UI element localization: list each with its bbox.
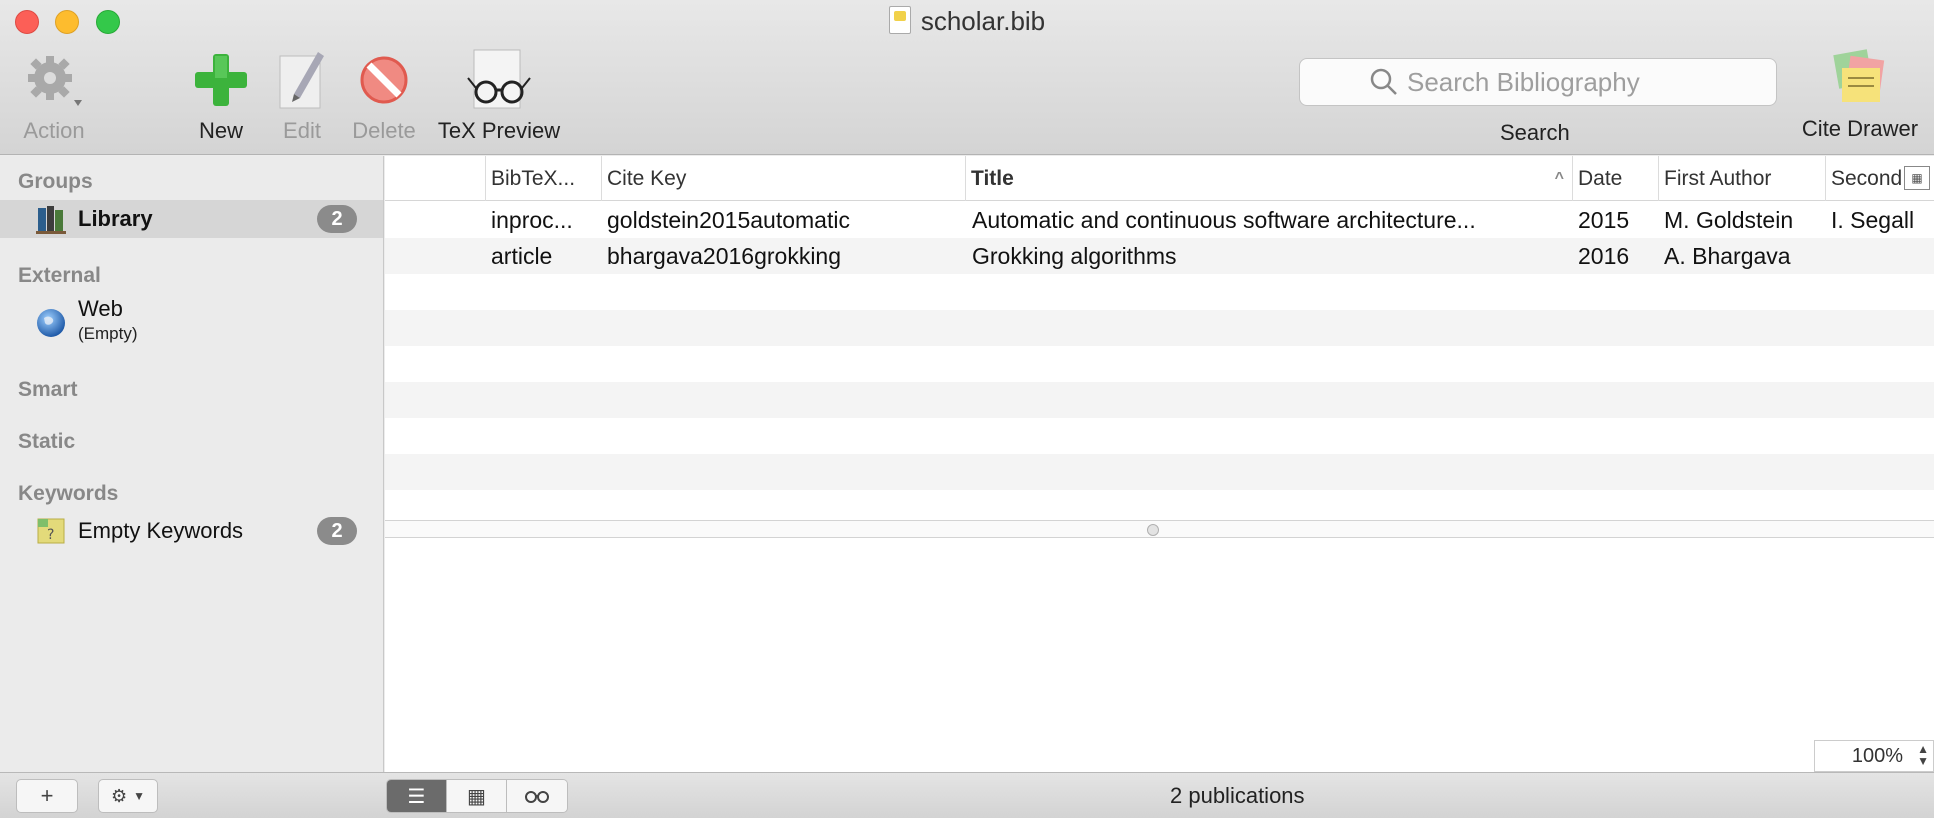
column-header-title[interactable]: Title ^ [965, 156, 1572, 201]
zoom-stepper-icon[interactable]: ▲ ▼ [1917, 743, 1929, 767]
edit-label: Edit [283, 118, 321, 143]
cell-cite-key: bhargava2016grokking [607, 243, 842, 269]
bottom-status-bar: + ⚙ ▼ ☰ ▦ 2 publications [0, 772, 1934, 818]
sidebar-item-library[interactable]: Library 2 [0, 200, 383, 238]
sidebar-item-empty-keywords[interactable]: ? Empty Keywords 2 [0, 512, 383, 550]
smart-header: Smart [18, 378, 78, 401]
gear-icon [18, 48, 90, 112]
static-header: Static [18, 430, 76, 453]
search-label: Search [1500, 120, 1570, 145]
no-entry-icon [348, 48, 420, 112]
plus-icon: + [40, 783, 54, 808]
column-header-date[interactable]: Date [1572, 156, 1658, 201]
web-label: Web [78, 296, 123, 321]
cell-date: 2016 [1578, 243, 1630, 269]
cell-second-author [1831, 238, 1931, 274]
column-chooser-icon[interactable]: ▦ [1904, 166, 1930, 190]
cell-title: Automatic and continuous software archit… [972, 207, 1476, 233]
list-icon: ☰ [407, 785, 426, 808]
globe-icon [37, 309, 65, 337]
toolbar: scholar.bib Action New Edit Delete TeX P… [0, 0, 1934, 155]
sort-ascending-icon: ^ [1554, 170, 1564, 187]
column-header-cite-key[interactable]: Cite Key [601, 156, 965, 201]
new-button[interactable]: New [190, 48, 252, 144]
add-group-button[interactable]: + [16, 779, 78, 813]
keywords-header: Keywords [18, 482, 119, 505]
library-count-badge: 2 [317, 205, 357, 233]
empty-row [385, 382, 1934, 418]
column-header-blank[interactable] [385, 156, 485, 201]
empty-row [385, 346, 1934, 382]
table-row[interactable]: article bhargava2016grokking Grokking al… [385, 238, 1934, 274]
notes-icon [1790, 48, 1930, 106]
new-label: New [198, 118, 243, 143]
window-title-text: scholar.bib [920, 6, 1046, 36]
delete-label: Delete [352, 118, 416, 143]
svg-text:?: ? [47, 527, 54, 543]
groups-sidebar: Groups Library 2 External Web (Empty) Sm… [0, 156, 384, 772]
cell-cite-key: goldstein2015automatic [607, 207, 850, 233]
delete-button[interactable]: Delete [348, 48, 420, 144]
tex-preview-label: TeX Preview [437, 118, 561, 143]
title-header-label: Title [971, 167, 1014, 190]
cell-first-author: A. Bhargava [1664, 243, 1791, 269]
empty-row [385, 490, 1934, 520]
tex-preview-button[interactable]: TeX Preview [434, 48, 564, 144]
sidebar-item-web[interactable]: Web (Empty) [0, 296, 383, 352]
library-label: Library [78, 206, 153, 231]
cell-type: inproc... [491, 207, 573, 233]
preview-pane [385, 539, 1934, 772]
action-label: Action [23, 118, 85, 143]
action-button[interactable]: Action [18, 48, 90, 144]
cell-second-author: I. Segall [1831, 207, 1915, 233]
search-input[interactable] [1407, 66, 1707, 98]
cell-title: Grokking algorithms [972, 243, 1177, 269]
window-title: scholar.bib [0, 6, 1934, 37]
column-header-second-author[interactable]: Second [1825, 156, 1905, 201]
zoom-control[interactable]: 100% ▲ ▼ [1814, 740, 1934, 772]
column-header-first-author[interactable]: First Author [1658, 156, 1825, 201]
grid-view-button[interactable]: ▦ [447, 780, 507, 812]
zoom-value: 100% [1851, 744, 1903, 767]
empty-keywords-count-badge: 2 [317, 517, 357, 545]
cell-type: article [491, 243, 553, 269]
plus-icon [190, 48, 252, 112]
empty-row [385, 274, 1934, 310]
cite-drawer-button[interactable]: Cite Drawer [1790, 48, 1930, 142]
search-field[interactable] [1299, 58, 1777, 106]
table-row[interactable]: inproc... goldstein2015automatic Automat… [385, 202, 1934, 238]
pencil-icon [272, 48, 332, 112]
glasses-icon [525, 791, 549, 803]
column-header-bibtex-type[interactable]: BibTeX... [485, 156, 601, 201]
chevron-down-icon: ▼ [133, 789, 146, 803]
keyword-note-icon: ? [37, 518, 65, 544]
edit-button[interactable]: Edit [272, 48, 332, 144]
cite-drawer-label: Cite Drawer [1801, 116, 1919, 141]
magnifier-icon [1370, 68, 1397, 95]
empty-row [385, 454, 1934, 490]
cell-date: 2015 [1578, 207, 1630, 233]
books-icon [36, 206, 66, 234]
split-view-divider[interactable] [385, 520, 1934, 538]
group-action-menu-button[interactable]: ⚙ ▼ [98, 779, 158, 813]
external-header: External [18, 264, 101, 287]
web-status: (Empty) [78, 324, 138, 343]
empty-row [385, 418, 1934, 454]
publications-table: BibTeX... Cite Key Title ^ Date First Au… [385, 156, 1934, 772]
grid-icon: ▦ [467, 785, 486, 808]
cell-first-author: M. Goldstein [1664, 207, 1794, 233]
glasses-icon [434, 48, 564, 112]
gear-icon: ⚙ [110, 785, 128, 806]
table-header: BibTeX... Cite Key Title ^ Date First Au… [385, 156, 1934, 201]
bib-document-icon [888, 6, 911, 34]
empty-row [385, 310, 1934, 346]
list-view-button[interactable]: ☰ [387, 780, 447, 812]
groups-header: Groups [18, 170, 93, 193]
preview-view-button[interactable] [507, 780, 567, 812]
view-mode-switcher: ☰ ▦ [386, 779, 568, 813]
table-body: inproc... goldstein2015automatic Automat… [385, 202, 1934, 520]
divider-grip-handle[interactable] [1147, 524, 1159, 536]
empty-keywords-label: Empty Keywords [78, 518, 244, 543]
publications-count: 2 publications [1170, 783, 1305, 808]
